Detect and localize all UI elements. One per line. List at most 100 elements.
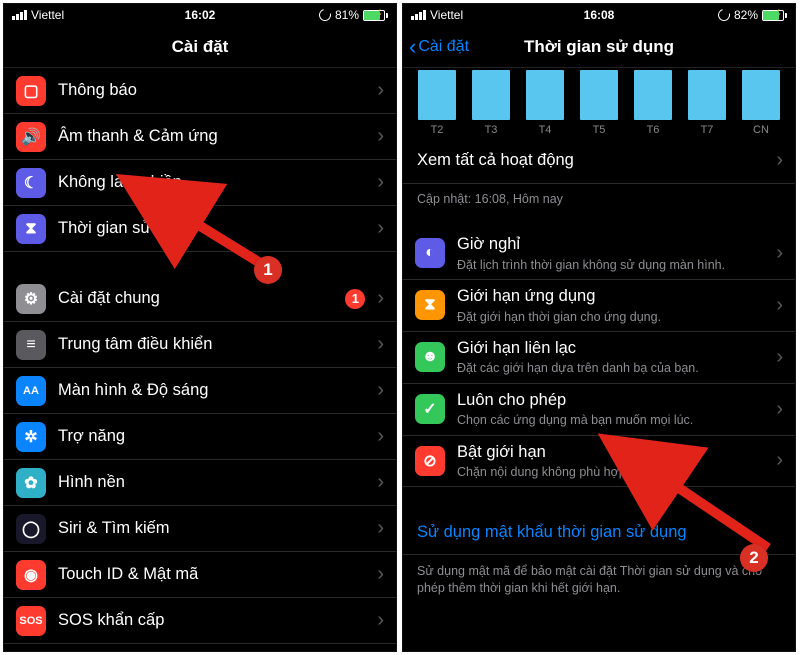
check-icon: ✓ (415, 394, 445, 424)
row-label: Giới hạn ứng dụng (457, 286, 770, 307)
notif-icon: ▢ (16, 76, 46, 106)
aa-icon: AA (16, 376, 46, 406)
row-sublabel: Đặt giới hạn thời gian cho ứng dụng. (457, 309, 770, 325)
row-label: Luôn cho phép (457, 390, 770, 411)
row-label: Hình nền (58, 472, 371, 493)
row-label: Thông báo (58, 80, 371, 101)
chevron-right-icon: › (377, 379, 384, 402)
nav-header: Cài đặt (4, 26, 396, 68)
moon-icon: ☾ (16, 168, 46, 198)
chevron-right-icon: › (377, 425, 384, 448)
use-passcode-label: Sử dụng mật khẩu thời gian sử dụng (417, 522, 783, 543)
nav-header: ‹ Cài đặt Thời gian sử dụng (403, 26, 795, 68)
see-all-label: Xem tất cả hoạt động (417, 150, 770, 171)
hourglass-icon: ⧗ (16, 214, 46, 244)
badge: 1 (345, 289, 365, 309)
row-label: Trợ năng (58, 426, 371, 447)
annotation-badge-1: 1 (254, 256, 282, 284)
usage-chart: T2 T3 T4 T5 T6T7 CN (403, 68, 795, 138)
chart-bar-label: T2 (431, 124, 444, 136)
row-wall[interactable]: ✿Hình nền› (4, 460, 396, 506)
screentime-options: ◐ Giờ nghỉ Đặt lịch trình thời gian không … (403, 228, 795, 487)
row-allowed[interactable]: ✓ Luôn cho phépChọn các ứng dụng mà bạn m… (403, 384, 795, 436)
chevron-right-icon: › (776, 346, 783, 369)
back-button[interactable]: ‹ Cài đặt (409, 36, 469, 58)
chevron-right-icon: › (377, 217, 384, 240)
updated-note: Cập nhật: 16:08, Hôm nay (403, 184, 795, 216)
phone-right: Viettel 16:08 82% ⚡ ‹ Cài đặt Thời gian … (402, 3, 796, 652)
row-commlimits[interactable]: ☻Giới hạn liên lạcĐặt các giới hạn dựa t… (403, 332, 795, 384)
status-time: 16:08 (403, 8, 795, 22)
row-sublabel: Chặn nội dung không phù hợp. (457, 464, 770, 480)
chevron-right-icon: › (377, 517, 384, 540)
contact-icon: ☻ (415, 342, 445, 372)
chevron-right-icon: › (377, 125, 384, 148)
row-access[interactable]: ✲ Trợ năng › (4, 414, 396, 460)
chart-bar-label: T5 (593, 124, 606, 136)
flower-icon: ✿ (16, 468, 46, 498)
row-restrict[interactable]: ⊘ Bật giới hạnChặn nội dung không phù hợp… (403, 436, 795, 488)
chart-bar: T5 (579, 70, 619, 136)
use-passcode[interactable]: Sử dụng mật khẩu thời gian sử dụng (403, 509, 795, 555)
status-time: 16:02 (4, 8, 396, 22)
status-bar: Viettel 16:08 82% ⚡ (403, 4, 795, 26)
row-sublabel: Đặt lịch trình thời gian không sử dụng m… (457, 257, 770, 273)
row-dnd[interactable]: ☾Không làm phiền› (4, 160, 396, 206)
chevron-right-icon: › (377, 79, 384, 102)
sliders-icon: ≡ (16, 330, 46, 360)
chart-bar: T2 (417, 70, 457, 136)
row-label: Siri & Tìm kiếm (58, 518, 371, 539)
row-label: Trung tâm điều khiển (58, 334, 371, 355)
chart-bar: T3 (471, 70, 511, 136)
row-general[interactable]: ⚙Cài đặt chung1› (4, 276, 396, 322)
chart-bar-label: CN (753, 124, 769, 136)
row-battery[interactable]: ▮Pin› (4, 644, 396, 652)
chevron-right-icon: › (776, 449, 783, 472)
passcode-note: Sử dụng mật mã để bảo mật cài đặt Thời g… (403, 555, 795, 603)
row-sublabel: Chọn các ứng dụng mà bạn muốn mọi lúc. (457, 412, 770, 428)
page-title: Thời gian sử dụng (524, 37, 674, 57)
battery-icon: ▮ (16, 652, 46, 653)
row-sounds[interactable]: 🔊Âm thanh & Cảm ứng› (4, 114, 396, 160)
row-label: Bật giới hạn (457, 442, 770, 463)
row-screentime[interactable]: ⧗ Thời gian sử dụng › (4, 206, 396, 252)
row-display[interactable]: AAMàn hình & Độ sáng› (4, 368, 396, 414)
hourglass-icon: ⧗ (415, 290, 445, 320)
status-bar: Viettel 16:02 81% ⚡ (4, 4, 396, 26)
finger-icon: ◉ (16, 560, 46, 590)
row-sos[interactable]: SOS SOS khẩn cấp › (4, 598, 396, 644)
block-icon: ⊘ (415, 446, 445, 476)
row-control[interactable]: ≡Trung tâm điều khiển› (4, 322, 396, 368)
row-label: Giới hạn liên lạc (457, 338, 770, 359)
back-label: Cài đặt (418, 38, 469, 56)
see-all-activity[interactable]: Xem tất cả hoạt động › (403, 138, 795, 184)
chevron-right-icon: › (377, 609, 384, 632)
sos-icon: SOS (16, 606, 46, 636)
battery-icon: ⚡ (363, 10, 388, 21)
chart-bar: T6 (633, 70, 673, 136)
person-icon: ✲ (16, 422, 46, 452)
chevron-right-icon: › (377, 287, 384, 310)
chart-bar-label: T3 (485, 124, 498, 136)
row-notifications[interactable]: ▢ Thông báo › (4, 68, 396, 114)
row-label: Thời gian sử dụng (58, 218, 371, 239)
chart-bar: T4 (525, 70, 565, 136)
chevron-right-icon: › (776, 149, 783, 172)
chevron-right-icon: › (776, 398, 783, 421)
row-label: SOS khẩn cấp (58, 610, 371, 631)
chevron-right-icon: › (377, 563, 384, 586)
row-label: Touch ID & Mật mã (58, 564, 371, 585)
chart-bar-label: T4 (539, 124, 552, 136)
chevron-right-icon: › (776, 242, 783, 265)
settings-group-2: ⚙Cài đặt chung1›≡Trung tâm điều khiển›AA… (4, 276, 396, 652)
row-siri[interactable]: ◯Siri & Tìm kiếm› (4, 506, 396, 552)
clock-icon: ◐ (415, 238, 445, 268)
row-label: Giờ nghỉ (457, 234, 770, 255)
row-touchid[interactable]: ◉ Touch ID & Mật mã › (4, 552, 396, 598)
row-label: Âm thanh & Cảm ứng (58, 126, 371, 147)
chevron-right-icon: › (776, 294, 783, 317)
row-downtime[interactable]: ◐ Giờ nghỉ Đặt lịch trình thời gian không … (403, 228, 795, 280)
row-label: Không làm phiền (58, 172, 371, 193)
chart-bar: T7 (687, 70, 727, 136)
row-applimits[interactable]: ⧗ Giới hạn ứng dụng Đặt giới hạn thời gian… (403, 280, 795, 332)
